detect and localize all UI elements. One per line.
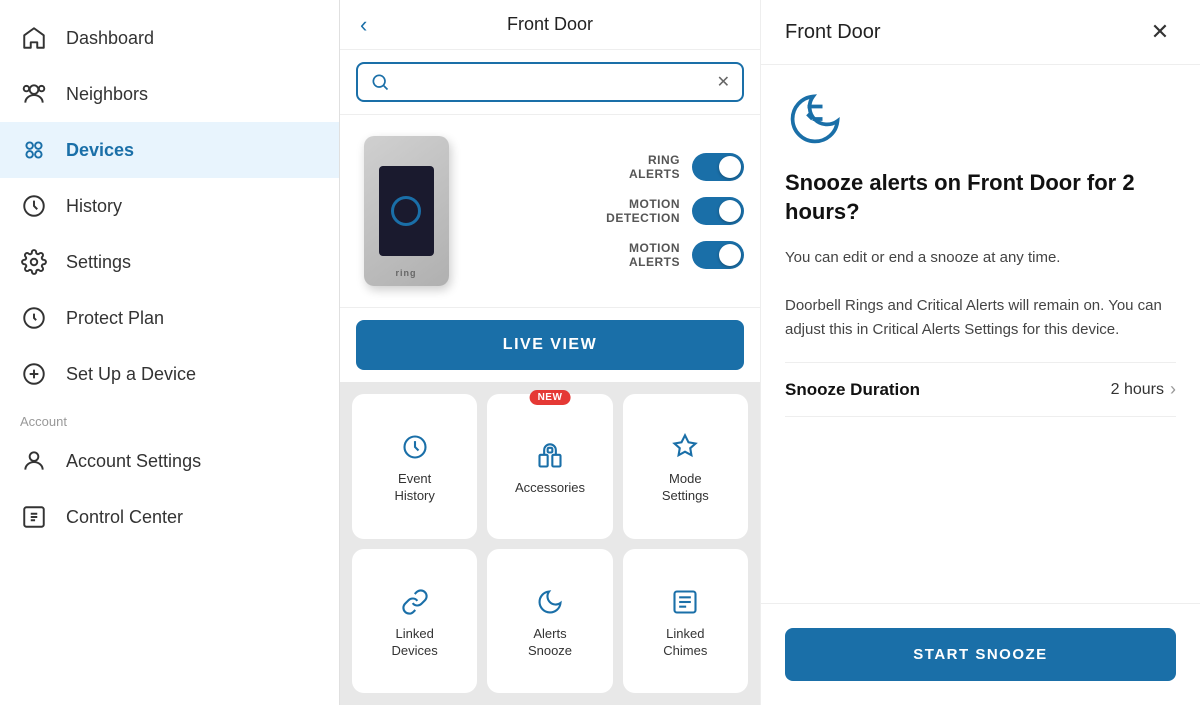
mode-settings-icon xyxy=(669,431,701,463)
grid-item-mode-settings[interactable]: ModeSettings xyxy=(623,394,748,539)
sidebar-item-history-label: History xyxy=(66,196,122,217)
grid-item-linked-devices[interactable]: LinkedDevices xyxy=(352,549,477,694)
ring-alerts-label: RINGALERTS xyxy=(629,153,680,181)
right-panel-title: Front Door xyxy=(785,21,881,44)
snooze-duration-row[interactable]: Snooze Duration 2 hours › xyxy=(785,362,1176,417)
grid-item-event-history[interactable]: EventHistory xyxy=(352,394,477,539)
account-section-label: Account xyxy=(0,402,339,433)
sidebar-item-control-center-label: Control Center xyxy=(66,507,183,528)
device-card-title: Front Door xyxy=(507,14,593,35)
sidebar-item-protect-plan-label: Protect Plan xyxy=(66,308,164,329)
control-icon xyxy=(20,503,48,531)
sidebar-item-setup[interactable]: Set Up a Device xyxy=(0,346,339,402)
sidebar-item-settings[interactable]: Settings xyxy=(0,234,339,290)
sidebar-item-neighbors-label: Neighbors xyxy=(66,84,148,105)
motion-detection-row: MOTIONDETECTION xyxy=(476,197,744,225)
sidebar-item-dashboard[interactable]: Dashboard xyxy=(0,10,339,66)
devices-icon xyxy=(20,136,48,164)
sidebar-item-protect-plan[interactable]: Protect Plan xyxy=(0,290,339,346)
device-image: ring xyxy=(364,136,449,286)
motion-alerts-toggle[interactable] xyxy=(692,241,744,269)
ring-alerts-row: RINGALERTS xyxy=(476,153,744,181)
plus-icon xyxy=(20,360,48,388)
linked-devices-label: LinkedDevices xyxy=(392,626,438,660)
motion-detection-toggle[interactable] xyxy=(692,197,744,225)
linked-devices-icon xyxy=(399,586,431,618)
close-button[interactable]: ✕ xyxy=(1144,16,1176,48)
grid-item-accessories[interactable]: NEW Accessories xyxy=(487,394,612,539)
right-panel-footer: START SNOOZE xyxy=(761,603,1200,705)
chevron-right-icon: › xyxy=(1170,379,1176,400)
live-view-button[interactable]: LIVE VIEW xyxy=(356,320,744,370)
search-clear-button[interactable]: ✕ xyxy=(717,72,730,92)
device-brand-badge: ring xyxy=(396,268,417,278)
linked-chimes-label: LinkedChimes xyxy=(663,626,707,660)
device-card: ‹ Front Door ✕ xyxy=(340,0,760,382)
alerts-snooze-label: AlertsSnooze xyxy=(528,626,572,660)
sidebar-item-devices[interactable]: Devices xyxy=(0,122,339,178)
right-panel-content: Snooze alerts on Front Door for 2 hours?… xyxy=(761,65,1200,603)
event-history-label: EventHistory xyxy=(394,471,434,505)
accessories-icon xyxy=(534,440,566,472)
motion-alerts-label: MOTIONALERTS xyxy=(629,241,680,269)
grid-item-alerts-snooze[interactable]: AlertsSnooze xyxy=(487,549,612,694)
sidebar-item-history[interactable]: History xyxy=(0,178,339,234)
sidebar-item-account-settings[interactable]: Account Settings xyxy=(0,433,339,489)
device-search-box: ✕ xyxy=(356,62,744,102)
mode-settings-label: ModeSettings xyxy=(662,471,709,505)
device-image-area: ring xyxy=(356,131,456,291)
device-ring-circle xyxy=(391,196,421,226)
device-grid: EventHistory NEW Accessories ModeSetting… xyxy=(340,382,760,705)
snooze-duration-value: 2 hours › xyxy=(1111,379,1176,400)
toggles-area: RINGALERTS MOTIONDETECTION MOTIONALERTS xyxy=(476,153,744,269)
device-search-row: ✕ xyxy=(340,50,760,115)
device-controls: ring RINGALERTS MOTIONDETECTION MOTIONAL… xyxy=(340,115,760,308)
device-card-header: ‹ Front Door xyxy=(340,0,760,50)
linked-chimes-icon xyxy=(669,586,701,618)
sidebar-item-setup-label: Set Up a Device xyxy=(66,364,196,385)
motion-detection-label: MOTIONDETECTION xyxy=(606,197,680,225)
sidebar-item-devices-label: Devices xyxy=(66,140,134,161)
neighbors-icon xyxy=(20,80,48,108)
history-icon xyxy=(20,192,48,220)
settings-icon xyxy=(20,248,48,276)
snooze-heading: Snooze alerts on Front Door for 2 hours? xyxy=(785,169,1176,226)
event-history-icon xyxy=(399,431,431,463)
snooze-desc1: You can edit or end a snooze at any time… xyxy=(785,246,1176,342)
new-badge: NEW xyxy=(530,390,571,405)
snooze-icon xyxy=(785,89,845,149)
device-screen xyxy=(379,166,434,256)
sidebar-item-settings-label: Settings xyxy=(66,252,131,273)
ring-alerts-toggle[interactable] xyxy=(692,153,744,181)
sidebar-item-neighbors[interactable]: Neighbors xyxy=(0,66,339,122)
home-icon xyxy=(20,24,48,52)
middle-panel: ‹ Front Door ✕ xyxy=(340,0,760,705)
user-icon xyxy=(20,447,48,475)
sidebar-item-control-center[interactable]: Control Center xyxy=(0,489,339,545)
shield-icon xyxy=(20,304,48,332)
sidebar: Dashboard Neighbors xyxy=(0,0,340,705)
start-snooze-button[interactable]: START SNOOZE xyxy=(785,628,1176,681)
search-input[interactable] xyxy=(398,74,709,91)
alerts-snooze-icon xyxy=(534,586,566,618)
grid-item-linked-chimes[interactable]: LinkedChimes xyxy=(623,549,748,694)
back-button[interactable]: ‹ xyxy=(356,8,371,42)
sidebar-nav: Dashboard Neighbors xyxy=(0,0,339,705)
motion-alerts-row: MOTIONALERTS xyxy=(476,241,744,269)
sidebar-item-account-settings-label: Account Settings xyxy=(66,451,201,472)
right-panel-header: Front Door ✕ xyxy=(761,0,1200,65)
accessories-label: Accessories xyxy=(515,480,585,497)
snooze-duration-label: Snooze Duration xyxy=(785,380,920,400)
sidebar-item-dashboard-label: Dashboard xyxy=(66,28,154,49)
search-icon xyxy=(370,72,390,92)
right-panel: Front Door ✕ Snooze alerts on Front Door… xyxy=(760,0,1200,705)
